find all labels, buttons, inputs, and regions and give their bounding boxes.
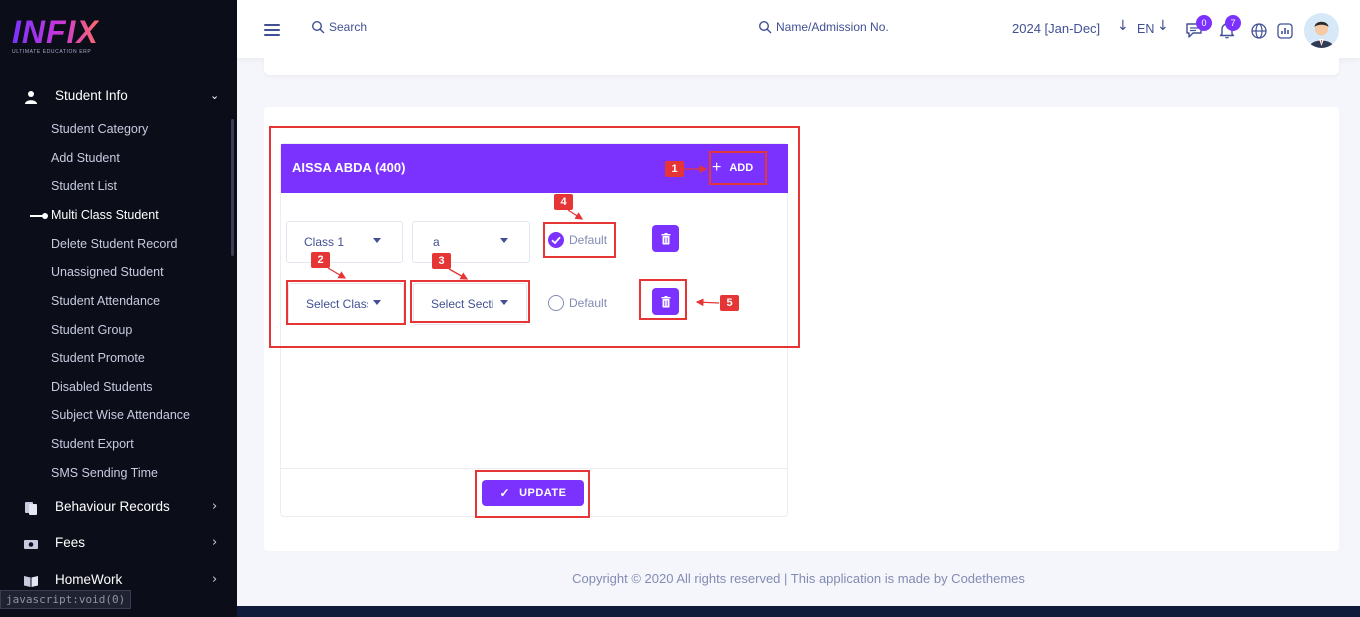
annotation-arrows: [327, 165, 720, 307]
